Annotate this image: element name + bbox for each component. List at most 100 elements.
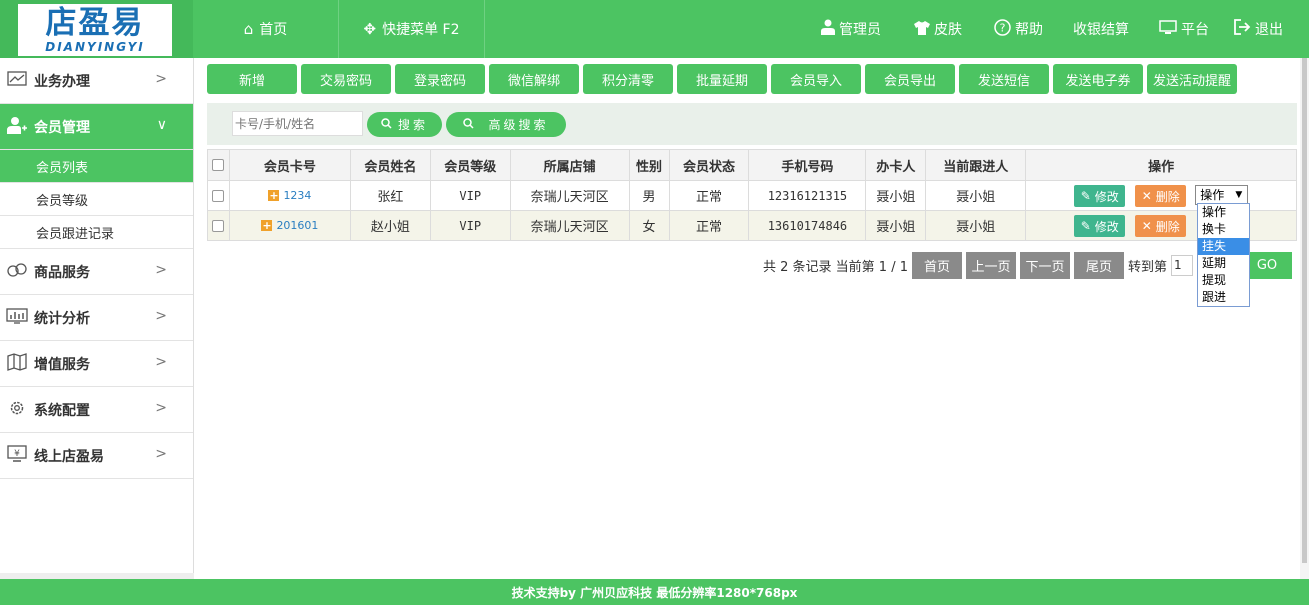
- select-all-checkbox[interactable]: [212, 159, 225, 171]
- row-checkbox[interactable]: [212, 189, 225, 202]
- search-button[interactable]: 搜索: [367, 112, 442, 137]
- dropdown-option-highlighted[interactable]: 挂失: [1198, 238, 1249, 255]
- user-add-icon: [6, 116, 28, 138]
- nav-skin[interactable]: 皮肤: [914, 0, 962, 58]
- nav-help-label: 帮助: [1015, 22, 1043, 38]
- scrollbar-thumb[interactable]: [1302, 58, 1307, 563]
- add-button[interactable]: 新增: [207, 64, 297, 94]
- member-gender: 男: [628, 180, 670, 211]
- edit-button[interactable]: ✎ 修改: [1074, 185, 1126, 207]
- member-name: 赵小姐: [349, 210, 431, 241]
- column-header[interactable]: 会员状态: [668, 149, 750, 181]
- nav-quick-menu[interactable]: ✥ 快捷菜单 F2: [339, 0, 485, 58]
- expand-plus-icon[interactable]: +: [268, 190, 280, 201]
- pencil-icon: ✎: [1080, 219, 1091, 233]
- logo[interactable]: 店盈易 DIANYINGYI: [18, 4, 172, 56]
- next-page-button[interactable]: 下一页: [1020, 252, 1070, 279]
- delete-button[interactable]: ✕ 删除: [1135, 185, 1187, 207]
- sidebar-subitem-member-list[interactable]: 会员列表: [0, 150, 193, 183]
- chevron-down-icon: ∨: [156, 117, 167, 133]
- column-header[interactable]: 所属店铺: [509, 149, 630, 181]
- batch-extend-button[interactable]: 批量延期: [677, 64, 767, 94]
- import-members-button[interactable]: 会员导入: [771, 64, 861, 94]
- column-header[interactable]: 手机号码: [748, 149, 867, 181]
- export-members-button[interactable]: 会员导出: [865, 64, 955, 94]
- pencil-icon: ✎: [1080, 189, 1091, 203]
- chevron-right-icon: >: [155, 446, 167, 462]
- column-header: 操作: [1025, 149, 1297, 181]
- search-input[interactable]: [232, 111, 363, 136]
- sidebar-item-system[interactable]: 系统配置 >: [0, 387, 193, 433]
- member-follower: 聂小姐: [925, 180, 1027, 211]
- sidebar-subitem-member-level[interactable]: 会员等级: [0, 183, 193, 216]
- chart-icon: [6, 70, 28, 91]
- nav-platform[interactable]: 平台: [1159, 0, 1209, 58]
- sidebar: 业务办理 > 会员管理 ∨ 会员列表 会员等级 会员跟进记录 商品服务 > 统计…: [0, 58, 194, 579]
- column-header[interactable]: 会员姓名: [349, 149, 431, 181]
- help-icon: ?: [994, 18, 1011, 40]
- dropdown-option[interactable]: 换卡: [1198, 221, 1249, 238]
- link-icon: [6, 261, 28, 283]
- send-activity-reminder-button[interactable]: 发送活动提醒: [1147, 64, 1237, 94]
- expand-plus-icon[interactable]: +: [261, 220, 273, 231]
- nav-logout[interactable]: 退出: [1234, 0, 1283, 58]
- sidebar-item-business[interactable]: 业务办理 >: [0, 58, 193, 104]
- select-all-cell: [207, 149, 230, 181]
- column-header[interactable]: 会员卡号: [228, 149, 351, 181]
- delete-button-label: 删除: [1155, 219, 1180, 234]
- prev-page-button[interactable]: 上一页: [966, 252, 1016, 279]
- member-store: 奈瑞儿天河区: [509, 180, 630, 211]
- card-number-link[interactable]: 1234: [283, 189, 311, 202]
- delete-button-label: 删除: [1155, 189, 1180, 204]
- dropdown-option[interactable]: 跟进: [1198, 289, 1249, 306]
- edit-button[interactable]: ✎ 修改: [1074, 215, 1126, 237]
- sidebar-item-stats[interactable]: 统计分析 >: [0, 295, 193, 341]
- card-number-link[interactable]: 201601: [276, 219, 318, 232]
- nav-help[interactable]: ? 帮助: [994, 0, 1043, 58]
- clear-points-button[interactable]: 积分清零: [583, 64, 673, 94]
- sidebar-item-members[interactable]: 会员管理 ∨: [0, 104, 193, 150]
- member-phone: 12316121315: [748, 180, 867, 211]
- operation-select[interactable]: 操作 ▼: [1195, 185, 1249, 205]
- advanced-search-label: 高级搜索: [488, 118, 549, 132]
- table-header-row: 会员卡号 会员姓名 会员等级 所属店铺 性别 会员状态 手机号码 办卡人 当前跟…: [207, 149, 1297, 181]
- svg-text:¥: ¥: [14, 449, 20, 459]
- goto-page-input[interactable]: 1: [1171, 255, 1193, 276]
- shirt-icon: [914, 20, 930, 39]
- dropdown-option[interactable]: 延期: [1198, 255, 1249, 272]
- search-icon: [463, 117, 475, 132]
- delete-button[interactable]: ✕ 删除: [1135, 215, 1187, 237]
- nav-cashier[interactable]: 收银结算: [1073, 0, 1129, 58]
- last-page-button[interactable]: 尾页: [1074, 252, 1124, 279]
- dropdown-option[interactable]: 操作: [1198, 204, 1249, 221]
- sidebar-item-goods[interactable]: 商品服务 >: [0, 249, 193, 295]
- search-bar: 搜索 高级搜索: [207, 103, 1297, 145]
- nav-home-label: 首页: [259, 22, 288, 38]
- column-header[interactable]: 会员等级: [429, 149, 511, 181]
- nav-admin[interactable]: 管理员: [821, 0, 881, 58]
- wechat-unbind-button[interactable]: 微信解绑: [489, 64, 579, 94]
- close-icon: ✕: [1141, 189, 1152, 203]
- chevron-right-icon: >: [155, 400, 167, 416]
- column-header[interactable]: 当前跟进人: [925, 149, 1027, 181]
- nav-home[interactable]: ⌂ 首页: [193, 0, 339, 58]
- login-password-button[interactable]: 登录密码: [395, 64, 485, 94]
- chevron-right-icon: >: [155, 71, 167, 87]
- row-checkbox[interactable]: [212, 219, 225, 232]
- dropdown-option[interactable]: 提现: [1198, 272, 1249, 289]
- nav-skin-label: 皮肤: [934, 22, 962, 38]
- user-icon: [821, 19, 835, 39]
- send-sms-button[interactable]: 发送短信: [959, 64, 1049, 94]
- column-header[interactable]: 办卡人: [865, 149, 927, 181]
- advanced-search-button[interactable]: 高级搜索: [446, 112, 566, 137]
- sidebar-item-online[interactable]: ¥ 线上店盈易 >: [0, 433, 193, 479]
- send-ecoupon-button[interactable]: 发送电子券: [1053, 64, 1143, 94]
- search-button-label: 搜索: [397, 118, 428, 132]
- nav-logout-label: 退出: [1255, 22, 1283, 38]
- edit-button-label: 修改: [1094, 189, 1119, 204]
- sidebar-subitem-follow-records[interactable]: 会员跟进记录: [0, 216, 193, 249]
- sidebar-item-value-added[interactable]: 增值服务 >: [0, 341, 193, 387]
- first-page-button[interactable]: 首页: [912, 252, 962, 279]
- column-header[interactable]: 性别: [628, 149, 670, 181]
- trade-password-button[interactable]: 交易密码: [301, 64, 391, 94]
